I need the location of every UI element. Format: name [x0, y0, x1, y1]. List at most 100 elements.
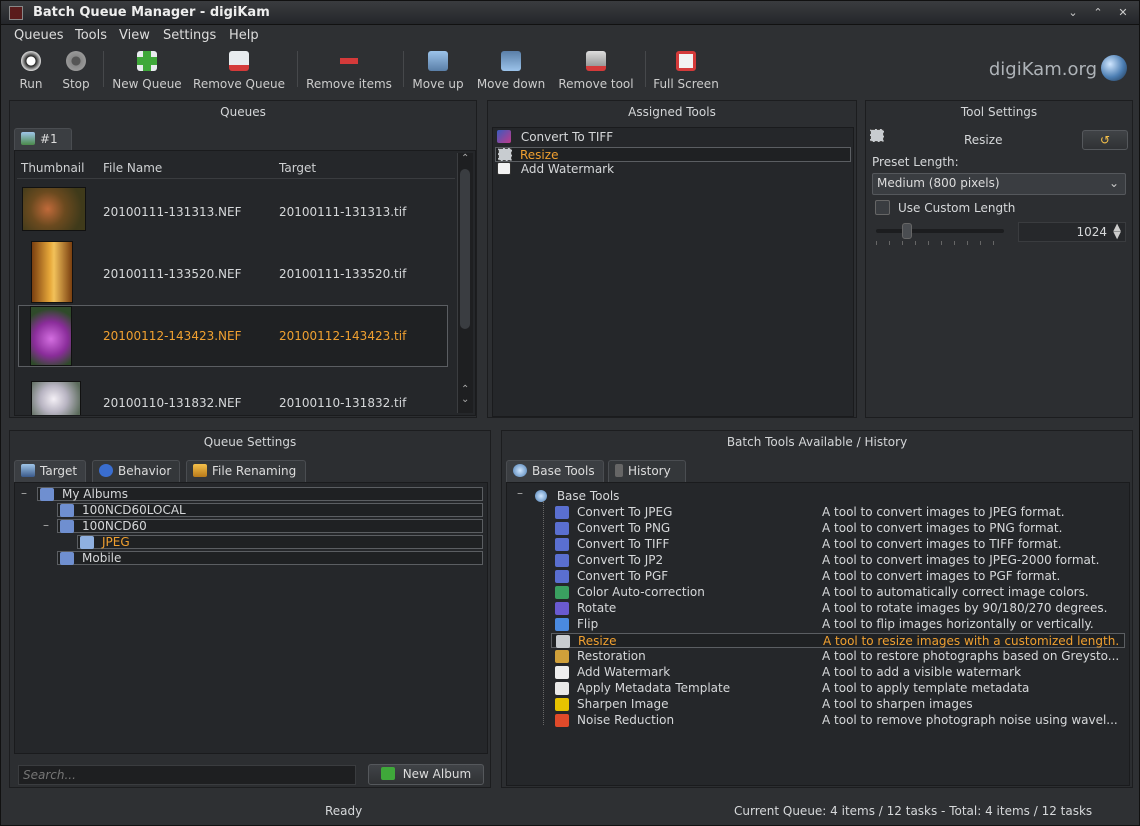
- tool-item[interactable]: Rotate A tool to rotate images by 90/180/…: [551, 601, 1125, 616]
- tool-name: Convert To PGF: [577, 569, 669, 583]
- selected-row[interactable]: 20100112-143423.NEF 20100112-143423.tif: [18, 305, 448, 367]
- tree-item-label: 100NCD60: [82, 519, 147, 533]
- remove-items-button[interactable]: Remove items: [305, 49, 393, 91]
- noise-reduction-icon: [555, 714, 569, 727]
- tab-target[interactable]: Target: [14, 460, 86, 482]
- scrollbar-thumb[interactable]: [460, 169, 470, 329]
- tool-item[interactable]: Convert To TIFF A tool to convert images …: [551, 537, 1125, 552]
- tab-behavior[interactable]: Behavior: [92, 460, 180, 482]
- column-header-target[interactable]: Target: [279, 161, 316, 175]
- tool-item[interactable]: Convert To JPEG A tool to convert images …: [551, 505, 1125, 520]
- custom-length-checkbox[interactable]: [875, 200, 890, 215]
- tool-item[interactable]: Convert To JP2 A tool to convert images t…: [551, 553, 1125, 568]
- remove-tool-icon: [586, 51, 606, 71]
- vertical-scrollbar[interactable]: ⌃ ⌃ ⌄: [457, 153, 473, 413]
- list-item[interactable]: Add Watermark: [497, 162, 614, 176]
- tab-base-tools[interactable]: Base Tools: [506, 460, 604, 482]
- custom-length-spinbox[interactable]: 1024 ▲ ▼: [1018, 222, 1126, 242]
- tab-history[interactable]: History: [608, 460, 686, 482]
- stop-button[interactable]: Stop: [59, 49, 93, 91]
- collapse-icon[interactable]: –: [517, 486, 523, 500]
- collapse-icon[interactable]: –: [21, 486, 27, 500]
- play-icon: [21, 51, 41, 71]
- tool-item[interactable]: Convert To PNG A tool to convert images t…: [551, 521, 1125, 536]
- tool-description: A tool to automatically correct image co…: [822, 585, 1089, 599]
- collapse-icon[interactable]: –: [43, 518, 49, 532]
- tree-item-selected[interactable]: JPEG: [77, 535, 483, 549]
- tool-name: Resize: [578, 634, 617, 648]
- maximize-button[interactable]: ⌃: [1088, 4, 1108, 22]
- tool-description: A tool to resize images with a customize…: [823, 634, 1120, 648]
- tree-root[interactable]: Base Tools: [535, 489, 619, 503]
- scroll-down-icon[interactable]: ⌃ ⌄: [461, 385, 469, 405]
- length-slider[interactable]: [876, 223, 1004, 239]
- move-up-button[interactable]: Move up: [411, 49, 465, 91]
- menu-help[interactable]: Help: [229, 28, 259, 43]
- close-button[interactable]: ✕: [1113, 4, 1133, 22]
- tool-item[interactable]: Add Watermark A tool to add a visible wat…: [551, 665, 1125, 680]
- move-down-button[interactable]: Move down: [475, 49, 547, 91]
- chevron-down-icon: ⌄: [1108, 176, 1119, 190]
- tree-item[interactable]: My Albums: [37, 487, 483, 501]
- menu-queues[interactable]: Queues: [14, 28, 63, 43]
- tool-item[interactable]: Color Auto-correction A tool to automatic…: [551, 585, 1125, 600]
- batch-tools-title: Batch Tools Available / History: [726, 435, 908, 449]
- queue-list: Thumbnail File Name Target 20100111-1313…: [14, 150, 476, 416]
- resize-icon: [870, 129, 884, 142]
- toolbar-separator: [103, 51, 104, 87]
- tool-item[interactable]: Flip A tool to flip images horizontally o…: [551, 617, 1125, 632]
- tool-item[interactable]: Apply Metadata Template A tool to apply t…: [551, 681, 1125, 696]
- tab-file-renaming[interactable]: File Renaming: [186, 460, 306, 482]
- main-window: Batch Queue Manager - digiKam ⌄ ⌃ ✕ Queu…: [0, 0, 1140, 826]
- assigned-tools-list: Convert To TIFF Resize Add Watermark: [492, 127, 854, 417]
- menu-tools[interactable]: Tools: [75, 28, 107, 43]
- reset-settings-button[interactable]: ↺: [1082, 130, 1128, 150]
- column-header-thumbnail[interactable]: Thumbnail: [21, 161, 84, 175]
- remove-tool-button[interactable]: Remove tool: [557, 49, 635, 91]
- queue-tab-1[interactable]: #1: [14, 128, 72, 150]
- tree-item[interactable]: 100NCD60: [57, 519, 483, 533]
- tool-item[interactable]: Convert To PGF A tool to convert images t…: [551, 569, 1125, 584]
- spin-arrows-icon[interactable]: ▲ ▼: [1113, 223, 1121, 241]
- target-icon: [21, 464, 35, 477]
- minimize-button[interactable]: ⌄: [1063, 4, 1083, 22]
- list-item-selected[interactable]: Resize: [495, 147, 851, 162]
- album-search-input[interactable]: [18, 765, 356, 785]
- menu-settings[interactable]: Settings: [163, 28, 216, 43]
- toolbar-separator: [403, 51, 404, 87]
- table-row[interactable]: 20100111-133520.NEF 20100111-133520.tif: [17, 241, 455, 305]
- tool-description: A tool to flip images horizontally or ve…: [822, 617, 1094, 631]
- thumbnail-image: [30, 306, 72, 366]
- resize-icon: [498, 148, 512, 161]
- run-label: Run: [19, 77, 43, 91]
- new-album-button[interactable]: New Album: [368, 764, 484, 785]
- tool-item-selected[interactable]: Resize A tool to resize images with a cus…: [551, 633, 1125, 648]
- run-button[interactable]: Run: [15, 49, 47, 91]
- tree-item[interactable]: Mobile: [57, 551, 483, 565]
- tool-item[interactable]: Restoration A tool to restore photographs…: [551, 649, 1125, 664]
- table-row[interactable]: 20100110-131832.NEF 20100110-131832.tif: [17, 369, 455, 415]
- rotate-icon: [555, 602, 569, 615]
- scroll-up-icon[interactable]: ⌃: [461, 153, 469, 164]
- new-album-label: New Album: [402, 767, 472, 781]
- color-correction-icon: [555, 586, 569, 599]
- title-bar: Batch Queue Manager - digiKam ⌄ ⌃ ✕: [1, 1, 1139, 25]
- slider-handle[interactable]: [902, 223, 912, 239]
- tool-item[interactable]: Noise Reduction A tool to remove photogra…: [551, 713, 1125, 728]
- full-screen-button[interactable]: Full Screen: [653, 49, 719, 91]
- new-queue-button[interactable]: New Queue: [111, 49, 183, 91]
- tree-item[interactable]: 100NCD60LOCAL: [57, 503, 483, 517]
- target-cell: 20100111-131313.tif: [279, 205, 407, 219]
- remove-queue-button[interactable]: Remove Queue: [193, 49, 285, 91]
- target-cell: 20100110-131832.tif: [279, 396, 407, 410]
- menu-view[interactable]: View: [119, 28, 150, 43]
- list-item[interactable]: Convert To TIFF: [497, 130, 613, 144]
- preset-length-select[interactable]: Medium (800 pixels) ⌄: [872, 173, 1126, 195]
- watermark-icon: [555, 666, 569, 679]
- convert-jpeg-icon: [555, 506, 569, 519]
- column-header-file-name[interactable]: File Name: [103, 161, 162, 175]
- tool-item[interactable]: Sharpen Image A tool to sharpen images: [551, 697, 1125, 712]
- tree-item-label: JPEG: [102, 535, 130, 549]
- table-row[interactable]: 20100111-131313.NEF 20100111-131313.tif: [17, 179, 455, 241]
- flip-icon: [555, 618, 569, 631]
